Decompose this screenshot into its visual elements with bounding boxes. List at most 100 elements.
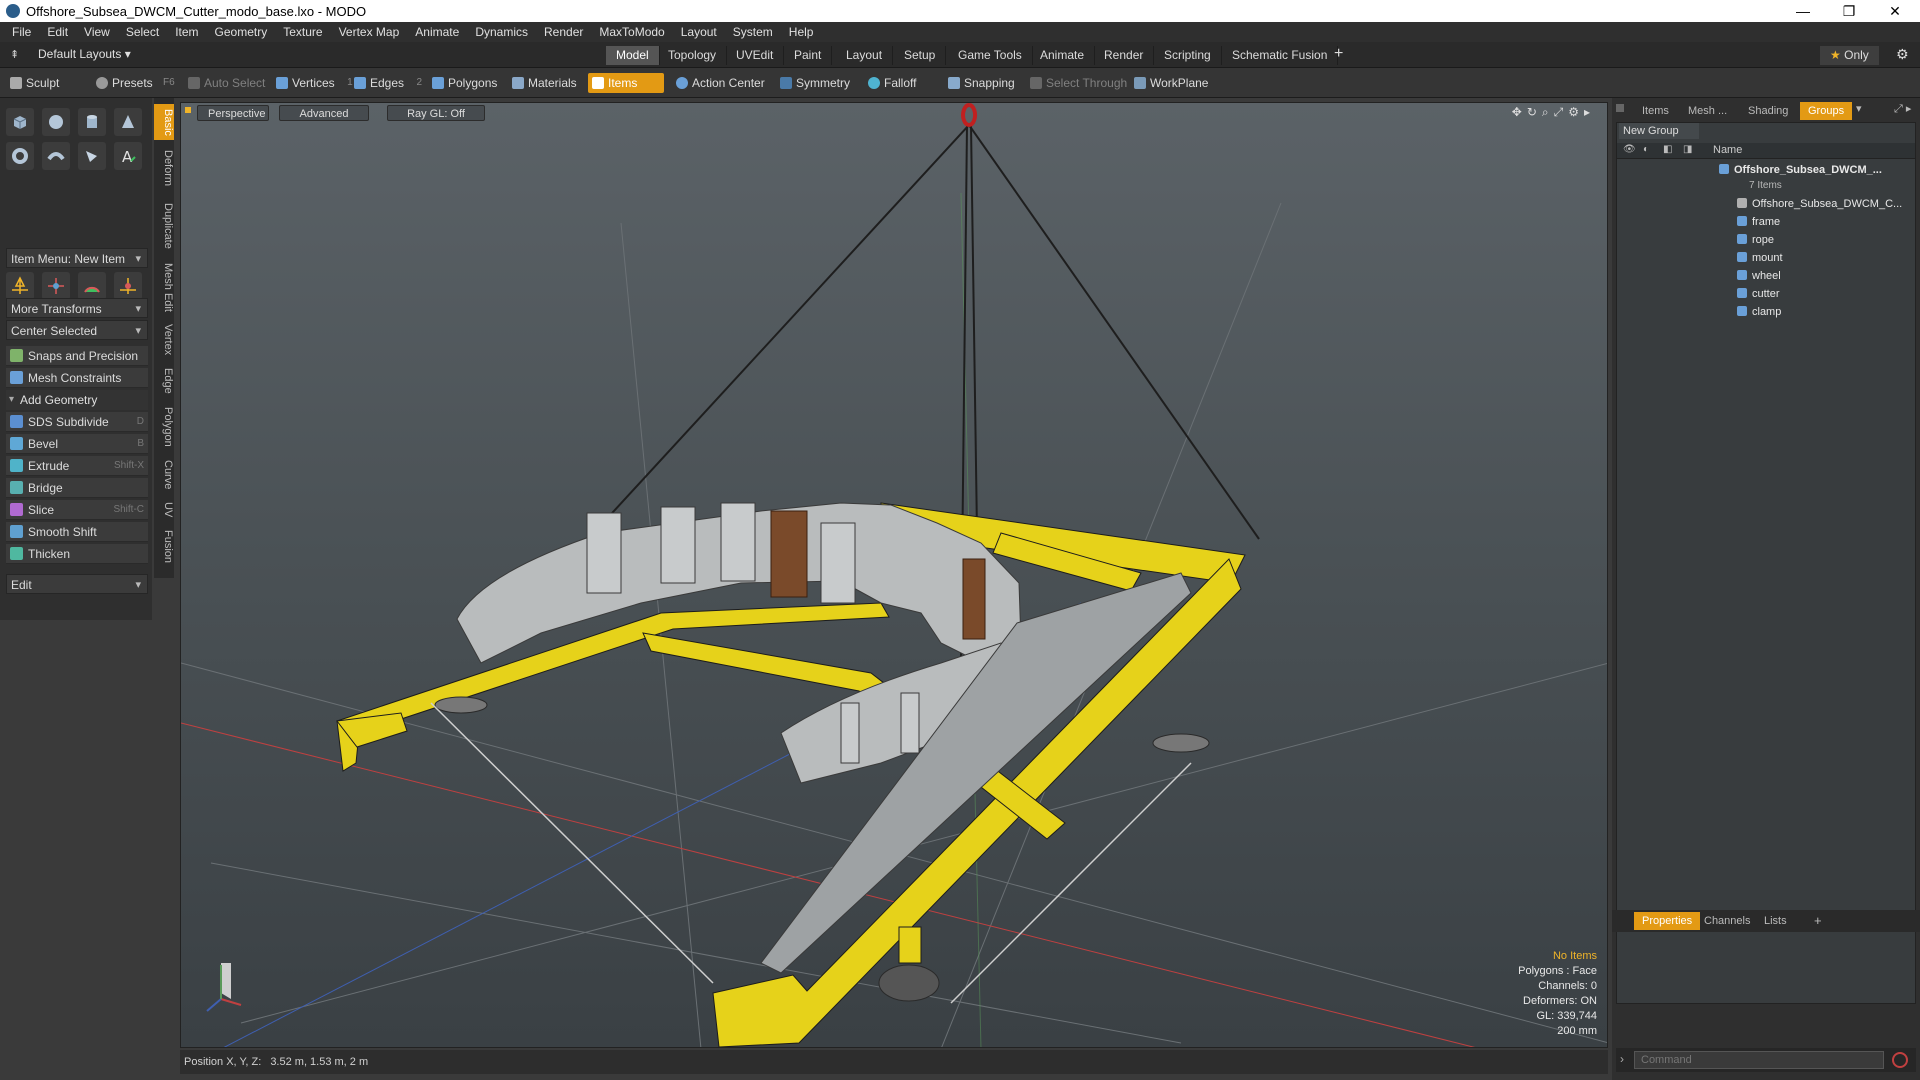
- tab-dropdown-icon[interactable]: ▾: [1856, 102, 1862, 115]
- tab-schematic-fusion[interactable]: Schematic Fusion: [1222, 46, 1339, 65]
- tree-item-frame[interactable]: frame: [1617, 213, 1920, 231]
- tab-scripting[interactable]: Scripting: [1154, 46, 1222, 65]
- tab-paint[interactable]: Paint: [784, 46, 833, 65]
- vtab-edge[interactable]: Edge: [154, 364, 174, 398]
- auto-select-button[interactable]: Auto Select: [184, 73, 273, 93]
- polygons-button[interactable]: Polygons: [428, 73, 505, 93]
- menu-item[interactable]: Item: [167, 25, 206, 39]
- new-group-button[interactable]: New Group: [1619, 123, 1699, 139]
- tab-uvedit[interactable]: UVEdit: [726, 46, 785, 65]
- 3d-viewport[interactable]: Perspective Advanced Ray GL: Off ✥↻⌕⤢⚙▸: [180, 102, 1608, 1048]
- edit-dropdown[interactable]: Edit: [6, 574, 148, 595]
- tree-item-rope[interactable]: rope: [1617, 231, 1920, 249]
- add-tab-icon[interactable]: +: [1814, 913, 1822, 928]
- add-geometry-section[interactable]: Add Geometry: [6, 390, 148, 410]
- vtab-uv[interactable]: UV: [154, 498, 174, 522]
- tab-render[interactable]: Render: [1094, 46, 1155, 65]
- tree-item-clamp[interactable]: clamp: [1617, 303, 1920, 321]
- gear-icon[interactable]: ⚙: [1896, 46, 1909, 63]
- vtab-curve[interactable]: Curve: [154, 456, 174, 494]
- sds-subdivide-button[interactable]: SDS Subdivide D: [6, 412, 148, 432]
- tree-item-cutter[interactable]: cutter: [1617, 285, 1920, 303]
- tab-layout[interactable]: Layout: [836, 46, 894, 65]
- menu-texture[interactable]: Texture: [275, 25, 330, 39]
- bevel-button[interactable]: Bevel B: [6, 434, 148, 454]
- smooth-shift-button[interactable]: Smooth Shift: [6, 522, 148, 542]
- slice-button[interactable]: Slice Shift-C: [6, 500, 148, 520]
- materials-button[interactable]: Materials: [508, 73, 585, 93]
- tab-animate[interactable]: Animate: [1030, 46, 1096, 65]
- tree-item-wheel[interactable]: wheel: [1617, 267, 1920, 285]
- items-button[interactable]: Items: [588, 73, 664, 93]
- default-layouts-dropdown[interactable]: Default Layouts ▾: [38, 47, 131, 61]
- falloff-button[interactable]: Falloff: [864, 73, 924, 93]
- menu-layout[interactable]: Layout: [673, 25, 725, 39]
- close-button[interactable]: ✕: [1872, 0, 1918, 22]
- menu-maxtomodo[interactable]: MaxToModo: [591, 25, 672, 39]
- snapping-button[interactable]: Snapping: [944, 73, 1023, 93]
- menu-select[interactable]: Select: [118, 25, 167, 39]
- more-transforms-dropdown[interactable]: More Transforms: [6, 298, 148, 319]
- mesh-constraints-button[interactable]: Mesh Constraints: [6, 368, 148, 388]
- vtab-vertex[interactable]: Vertex: [154, 320, 174, 360]
- menu-dynamics[interactable]: Dynamics: [467, 25, 536, 39]
- sculpt-button[interactable]: Sculpt: [6, 73, 67, 93]
- cone-icon[interactable]: [114, 108, 142, 136]
- maximize-button[interactable]: ❐: [1826, 0, 1872, 22]
- cylinder-icon[interactable]: [78, 108, 106, 136]
- menu-system[interactable]: System: [725, 25, 781, 39]
- torus-icon[interactable]: [6, 142, 34, 170]
- vtab-mesh-edit[interactable]: Mesh Edit: [154, 258, 174, 316]
- vertices-button[interactable]: Vertices 1: [272, 73, 353, 93]
- vtab-polygon[interactable]: Polygon: [154, 402, 174, 452]
- menu-render[interactable]: Render: [536, 25, 591, 39]
- minimize-button[interactable]: —: [1780, 0, 1826, 22]
- vtab-deform[interactable]: Deform: [154, 144, 174, 192]
- panel-expand-icon[interactable]: ⤢ ▸: [1894, 102, 1911, 116]
- tab-lists[interactable]: Lists: [1756, 912, 1795, 930]
- tab-mesh[interactable]: Mesh ...: [1680, 102, 1735, 120]
- vtab-duplicate[interactable]: Duplicate: [154, 198, 174, 254]
- text-icon[interactable]: A: [114, 142, 142, 170]
- vtab-basic[interactable]: Basic: [154, 104, 174, 140]
- sphere-icon[interactable]: [42, 108, 70, 136]
- record-icon[interactable]: [1892, 1052, 1908, 1068]
- menu-file[interactable]: File: [4, 25, 39, 39]
- only-toggle[interactable]: ★ Only: [1820, 46, 1879, 65]
- pen-icon[interactable]: [78, 142, 106, 170]
- scale-tool-icon[interactable]: [78, 272, 106, 300]
- tab-shading[interactable]: Shading: [1740, 102, 1796, 120]
- symmetry-button[interactable]: Symmetry: [776, 73, 858, 93]
- cube-icon[interactable]: [6, 108, 34, 136]
- tab-items[interactable]: Items: [1634, 102, 1677, 120]
- action-center-button[interactable]: Action Center: [672, 73, 773, 93]
- tab-topology[interactable]: Topology: [658, 46, 728, 65]
- presets-button[interactable]: Presets F6: [92, 73, 175, 93]
- layout-collapse-icon[interactable]: ⇞: [10, 48, 19, 61]
- bridge-button[interactable]: Bridge: [6, 478, 148, 498]
- snaps-precision-button[interactable]: Snaps and Precision: [6, 346, 148, 366]
- tree-item-mount[interactable]: mount: [1617, 249, 1920, 267]
- tube-icon[interactable]: [42, 142, 70, 170]
- workplane-button[interactable]: WorkPlane: [1130, 73, 1216, 93]
- command-input[interactable]: [1634, 1051, 1884, 1069]
- item-menu-dropdown[interactable]: Item Menu: New Item: [6, 248, 148, 269]
- transform-tool-icon[interactable]: [114, 272, 142, 300]
- vtab-fusion[interactable]: Fusion: [154, 526, 174, 568]
- tab-game-tools[interactable]: Game Tools: [948, 46, 1033, 65]
- menu-help[interactable]: Help: [781, 25, 822, 39]
- extrude-button[interactable]: Extrude Shift-X: [6, 456, 148, 476]
- menu-vertex-map[interactable]: Vertex Map: [331, 25, 408, 39]
- select-through-button[interactable]: Select Through: [1026, 73, 1135, 93]
- menu-view[interactable]: View: [76, 25, 118, 39]
- move-tool-icon[interactable]: [6, 272, 34, 300]
- rotate-tool-icon[interactable]: [42, 272, 70, 300]
- thicken-button[interactable]: Thicken: [6, 544, 148, 564]
- tab-groups[interactable]: Groups: [1800, 102, 1853, 120]
- tab-setup[interactable]: Setup: [894, 46, 947, 65]
- tab-properties[interactable]: Properties: [1634, 912, 1701, 930]
- menu-edit[interactable]: Edit: [39, 25, 76, 39]
- menu-animate[interactable]: Animate: [407, 25, 467, 39]
- panel-menu-icon[interactable]: [1616, 104, 1624, 112]
- center-selected-dropdown[interactable]: Center Selected: [6, 320, 148, 341]
